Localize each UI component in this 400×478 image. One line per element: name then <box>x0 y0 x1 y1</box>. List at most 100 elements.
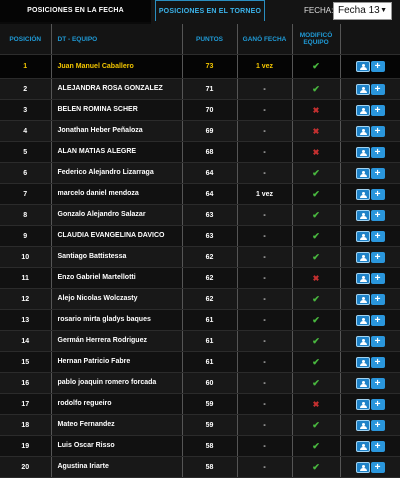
table-row: 7 marcelo daniel mendoza 64 1 vez ✔ + <box>0 183 400 205</box>
check-icon: ✔ <box>312 230 320 241</box>
cell-points: 58 <box>182 435 238 457</box>
add-button[interactable]: + <box>370 209 385 221</box>
cell-won-round: - <box>237 351 293 373</box>
cell-team-name[interactable]: rosario mirta gladys baques <box>51 309 183 331</box>
cell-team-name[interactable]: Gonzalo Alejandro Salazar <box>51 204 183 226</box>
cell-team-name[interactable]: Luis Oscar Risso <box>51 435 183 457</box>
cell-team-name[interactable]: Hernan Patricio Fabre <box>51 351 183 373</box>
cell-actions: + <box>340 141 400 163</box>
view-team-button[interactable] <box>355 440 370 452</box>
cell-team-name[interactable]: Jonathan Heber Peñaloza <box>51 120 183 142</box>
table-row: 20 Agustina Iriarte 58- ✔ + <box>0 456 400 478</box>
view-team-button[interactable] <box>355 314 370 326</box>
cell-actions: + <box>340 288 400 310</box>
tab-posiciones-fecha[interactable]: POSICIONES EN LA FECHA <box>0 0 151 24</box>
cell-team-name[interactable]: pablo joaquin romero forcada <box>51 372 183 394</box>
cell-team-name[interactable]: marcelo daniel mendoza <box>51 183 183 205</box>
add-button[interactable]: + <box>370 356 385 368</box>
add-button[interactable]: + <box>370 461 385 473</box>
view-team-button[interactable] <box>355 125 370 137</box>
view-team-button[interactable] <box>355 230 370 242</box>
user-icon-body <box>359 362 367 366</box>
add-button[interactable]: + <box>370 83 385 95</box>
cross-icon: ✖ <box>312 273 320 283</box>
cell-modified: ✖ <box>292 120 341 142</box>
cell-won-round: 1 vez <box>237 54 293 79</box>
cell-won-round: - <box>237 414 293 436</box>
cell-actions: + <box>340 435 400 457</box>
check-icon: ✔ <box>312 188 320 199</box>
view-team-button[interactable] <box>355 377 370 389</box>
cell-actions: + <box>340 54 400 79</box>
view-team-button[interactable] <box>355 104 370 116</box>
view-team-button[interactable] <box>355 335 370 347</box>
cell-team-name[interactable]: Federico Alejandro Lizarraga <box>51 162 183 184</box>
cell-team-name[interactable]: ALEJANDRA ROSA GONZALEZ <box>51 78 183 100</box>
check-icon: ✔ <box>312 440 320 451</box>
col-header-team: DT - EQUIPO <box>51 24 183 55</box>
col-header-actions <box>340 24 400 55</box>
cell-team-name[interactable]: rodolfo regueiro <box>51 393 183 415</box>
view-team-button[interactable] <box>355 188 370 200</box>
cell-team-name[interactable]: Agustina Iriarte <box>51 456 183 478</box>
add-button[interactable]: + <box>370 104 385 116</box>
cell-points: 59 <box>182 414 238 436</box>
fecha-select[interactable]: Fecha 13 ▼ <box>333 2 392 20</box>
cell-team-name[interactable]: CLAUDIA EVANGELINA DAVICO <box>51 225 183 247</box>
cell-team-name[interactable]: Enzo Gabriel Martellotti <box>51 267 183 289</box>
view-team-button[interactable] <box>355 272 370 284</box>
add-button[interactable]: + <box>370 61 385 72</box>
cell-actions: + <box>340 351 400 373</box>
check-icon: ✔ <box>312 377 320 388</box>
add-button[interactable]: + <box>370 377 385 389</box>
add-button[interactable]: + <box>370 230 385 242</box>
add-button[interactable]: + <box>370 167 385 179</box>
add-button[interactable]: + <box>370 293 385 305</box>
fecha-select-value: Fecha 13 <box>338 5 380 16</box>
view-team-button[interactable] <box>355 398 370 410</box>
view-team-button[interactable] <box>355 167 370 179</box>
add-button[interactable]: + <box>370 335 385 347</box>
add-button[interactable]: + <box>370 125 385 137</box>
cell-modified: ✔ <box>292 204 341 226</box>
cell-modified: ✔ <box>292 309 341 331</box>
add-button[interactable]: + <box>370 314 385 326</box>
view-team-button[interactable] <box>355 146 370 158</box>
view-team-button[interactable] <box>355 461 370 473</box>
view-team-button[interactable] <box>355 419 370 431</box>
view-team-button[interactable] <box>355 83 370 95</box>
cell-team-name[interactable]: ALAN MATIAS ALEGRE <box>51 141 183 163</box>
table-row: 9 CLAUDIA EVANGELINA DAVICO 63- ✔ + <box>0 225 400 247</box>
view-team-button[interactable] <box>355 61 370 72</box>
add-button[interactable]: + <box>370 419 385 431</box>
cell-actions: + <box>340 267 400 289</box>
cell-won-round: - <box>237 330 293 352</box>
add-button[interactable]: + <box>370 272 385 284</box>
cell-team-name[interactable]: Mateo Fernandez <box>51 414 183 436</box>
cell-team-name[interactable]: Santiago Battistessa <box>51 246 183 268</box>
cell-modified: ✔ <box>292 183 341 205</box>
add-button[interactable]: + <box>370 188 385 200</box>
add-button[interactable]: + <box>370 440 385 452</box>
view-team-button[interactable] <box>355 293 370 305</box>
top-bar: POSICIONES EN LA FECHA POSICIONES EN EL … <box>0 0 400 24</box>
cell-team-name[interactable]: Germán Herrera Rodriguez <box>51 330 183 352</box>
cell-won-round: - <box>237 435 293 457</box>
cell-team-name[interactable]: Juan Manuel Caballero <box>51 54 183 79</box>
view-team-button[interactable] <box>355 356 370 368</box>
view-team-button[interactable] <box>355 209 370 221</box>
view-team-button[interactable] <box>355 251 370 263</box>
add-button[interactable]: + <box>370 251 385 263</box>
cell-team-name[interactable]: BELEN ROMINA SCHER <box>51 99 183 121</box>
cell-won-round: - <box>237 162 293 184</box>
cell-team-name[interactable]: Alejo Nicolas Wolczasty <box>51 288 183 310</box>
cell-position: 4 <box>0 120 52 142</box>
cell-won-round: - <box>237 78 293 100</box>
add-button[interactable]: + <box>370 146 385 158</box>
add-button[interactable]: + <box>370 398 385 410</box>
tab-posiciones-torneo[interactable]: POSICIONES EN EL TORNEO <box>155 0 265 21</box>
cell-actions: + <box>340 414 400 436</box>
cell-position: 5 <box>0 141 52 163</box>
table-row: 19 Luis Oscar Risso 58- ✔ + <box>0 435 400 457</box>
cell-position: 8 <box>0 204 52 226</box>
